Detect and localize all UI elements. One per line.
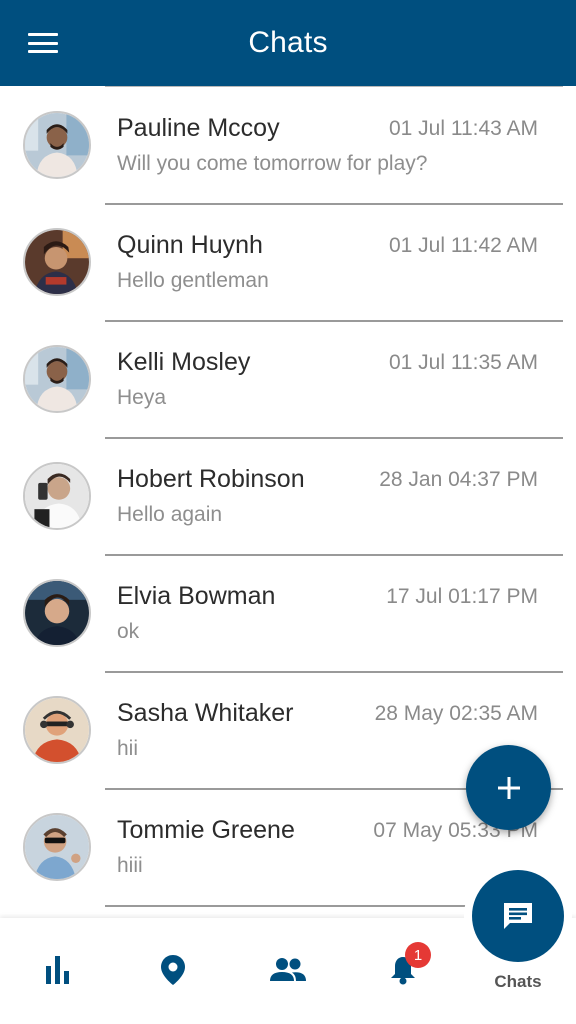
message-preview: ok [117, 620, 140, 643]
message-preview: hii [117, 737, 139, 760]
message-timestamp: 28 Jan 04:37 PM [379, 468, 538, 491]
message-preview: Hello gentleman [117, 269, 269, 292]
avatar [23, 579, 91, 647]
nav-notifications[interactable]: 1 [381, 942, 431, 992]
avatar [23, 228, 91, 296]
nav-location[interactable] [151, 948, 195, 992]
message-preview: hiii [117, 854, 143, 877]
avatar [23, 462, 91, 530]
nav-stats[interactable] [36, 948, 80, 992]
menu-icon[interactable] [26, 29, 60, 57]
contact-name: Hobert Robinson [117, 465, 305, 493]
bar-chart-icon [46, 956, 69, 984]
chat-bubble-icon [504, 903, 532, 929]
chat-list-item[interactable]: Kelli Mosley 01 Jul 11:35 AM Heya [0, 320, 576, 437]
chat-list-item[interactable]: Pauline Mccoy 01 Jul 11:43 AM Will you c… [0, 86, 576, 203]
message-timestamp: 01 Jul 11:35 AM [388, 351, 538, 374]
message-timestamp: 01 Jul 11:42 AM [388, 234, 538, 257]
nav-chats[interactable]: Chats [464, 862, 572, 1012]
message-preview: Heya [117, 386, 167, 409]
avatar [23, 111, 91, 179]
contact-name: Pauline Mccoy [117, 114, 280, 142]
message-preview: Hello again [117, 503, 223, 526]
message-timestamp: 28 May 02:35 AM [374, 702, 538, 725]
nav-contacts[interactable] [266, 948, 310, 992]
contact-name: Sasha Whitaker [117, 699, 294, 727]
avatar [23, 696, 91, 764]
page-title: Chats [248, 26, 328, 59]
contact-name: Quinn Huynh [117, 231, 263, 259]
contact-name: Elvia Bowman [117, 582, 276, 610]
message-preview: Will you come tomorrow for play? [117, 152, 428, 175]
chat-list-item[interactable]: Hobert Robinson 28 Jan 04:37 PM Hello ag… [0, 437, 576, 554]
nav-chats-label: Chats [494, 972, 542, 991]
app-bar: Chats [0, 0, 576, 86]
people-icon [270, 958, 306, 981]
location-pin-icon [161, 955, 185, 985]
chat-list-item[interactable]: Elvia Bowman 17 Jul 01:17 PM ok [0, 554, 576, 671]
plus-icon [497, 776, 520, 799]
contact-name: Kelli Mosley [117, 348, 251, 376]
avatar [23, 345, 91, 413]
avatar [23, 813, 91, 881]
message-timestamp: 17 Jul 01:17 PM [386, 585, 538, 608]
chat-list-item[interactable]: Quinn Huynh 01 Jul 11:42 AM Hello gentle… [0, 203, 576, 320]
new-chat-button[interactable] [466, 745, 551, 830]
notification-badge: 1 [405, 942, 431, 968]
contact-name: Tommie Greene [117, 816, 295, 844]
message-timestamp: 01 Jul 11:43 AM [388, 117, 538, 140]
